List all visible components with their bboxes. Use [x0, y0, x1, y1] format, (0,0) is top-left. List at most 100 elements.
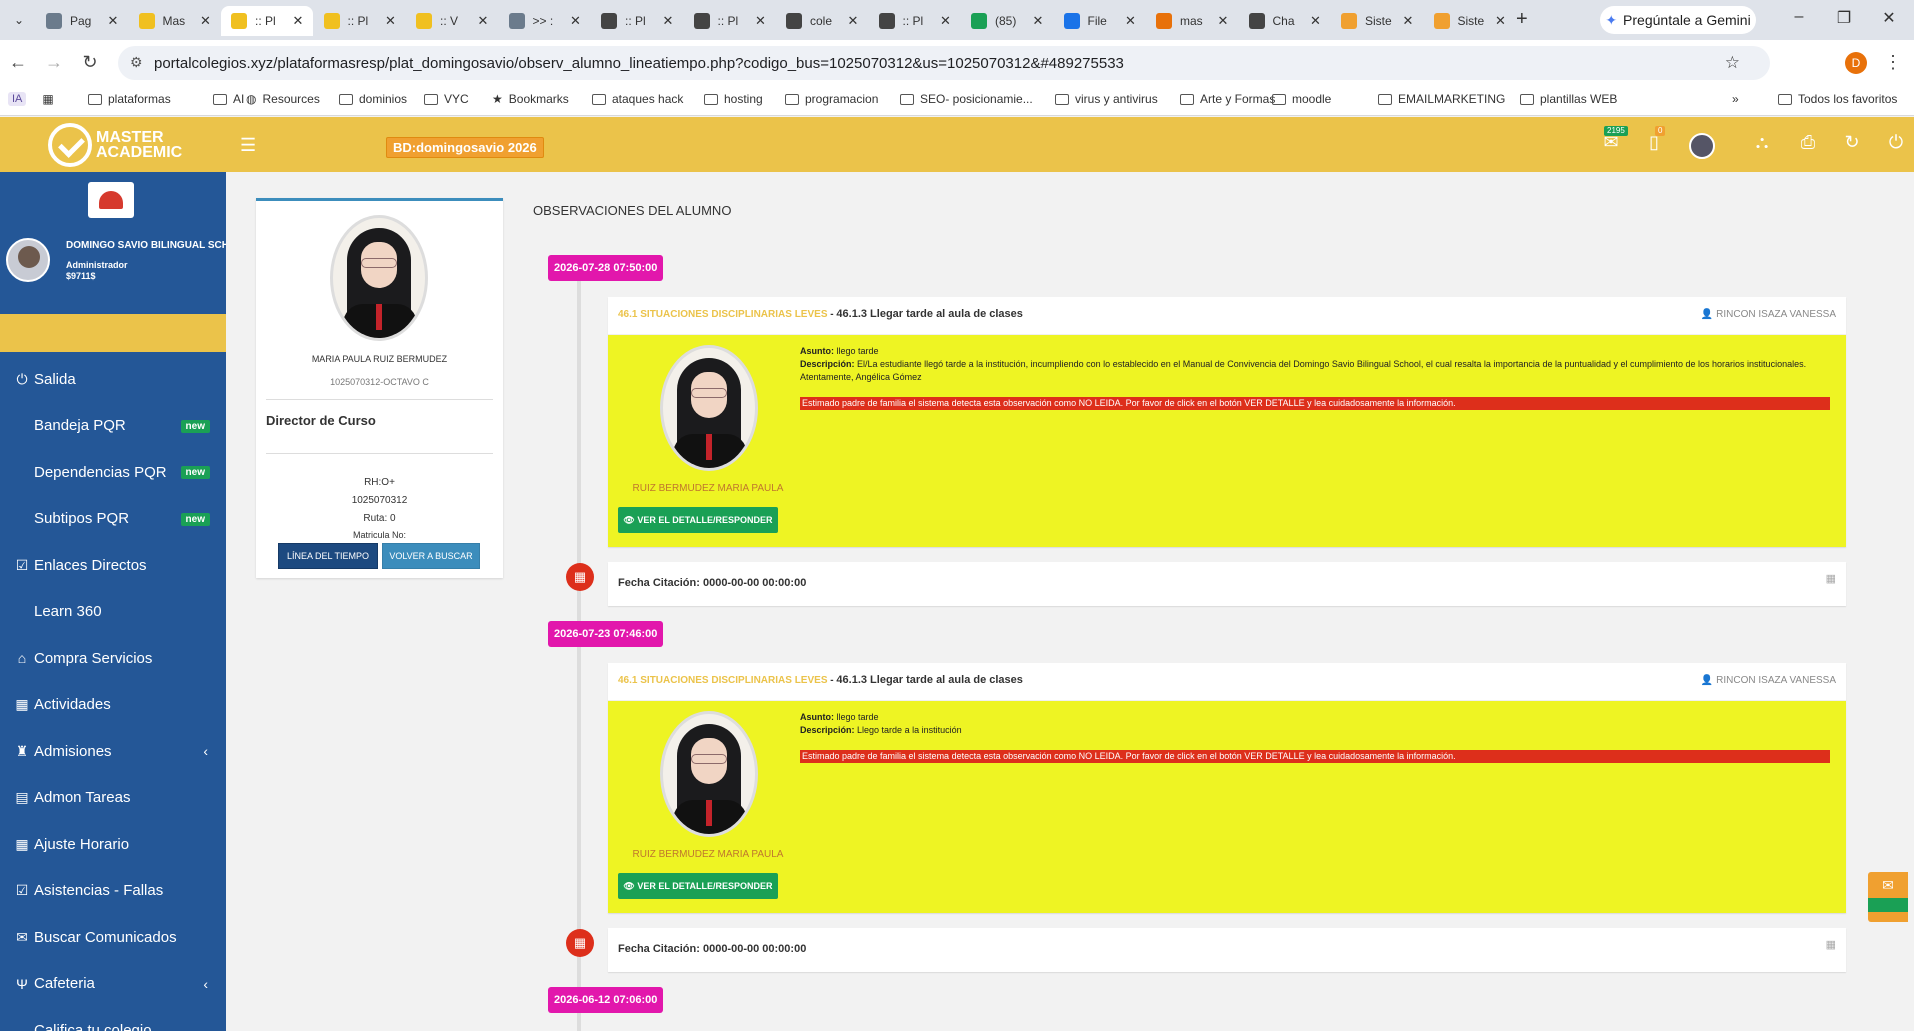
sidebar-item-compra-servicios[interactable]: ⌂ Compra Servicios	[0, 639, 226, 677]
close-tab-icon[interactable]: ✕	[289, 13, 307, 29]
close-tab-icon[interactable]: ✕	[382, 13, 400, 29]
sidebar-item-buscar-comunicados[interactable]: ✉ Buscar Comunicados	[0, 918, 226, 956]
sidebar-item-ajuste-horario[interactable]: ▦ Ajuste Horario	[0, 825, 226, 863]
bookmark-item[interactable]: SEO- posicionamie...	[900, 92, 1033, 106]
apps-grid-icon[interactable]: ▦	[42, 92, 53, 106]
close-tab-icon[interactable]: ✕	[937, 13, 955, 29]
close-tab-icon[interactable]: ✕	[659, 13, 677, 29]
bookmark-item[interactable]: moodle	[1272, 92, 1331, 106]
browser-tab[interactable]: Mas ✕	[129, 6, 221, 36]
close-tab-icon[interactable]: ✕	[1307, 13, 1325, 29]
close-tab-icon[interactable]: ✕	[1029, 13, 1047, 29]
bookmark-item[interactable]: AI	[213, 92, 244, 106]
print-icon[interactable]: ⎙	[1795, 132, 1821, 153]
sidebar-item-admon-tareas[interactable]: ▤ Admon Tareas	[0, 779, 226, 817]
bookmark-item[interactable]: ataques hack	[592, 92, 683, 106]
close-tab-icon[interactable]: ✕	[1122, 13, 1140, 29]
back-icon[interactable]: ←	[6, 52, 30, 73]
sidebar-item-asistencias-fallas[interactable]: ☑ Asistencias - Fallas	[0, 872, 226, 910]
browser-tab[interactable]: Cha ✕	[1239, 6, 1331, 36]
menu-toggle-icon[interactable]: ☰	[240, 135, 256, 156]
browser-tab[interactable]: Siste ✕	[1331, 6, 1423, 36]
app-logo[interactable]: MASTER ACADEMIC	[48, 123, 182, 167]
browser-tab[interactable]: :: V ✕	[406, 6, 498, 36]
gemini-button[interactable]: ✦ Pregúntale a Gemini	[1600, 6, 1756, 34]
bookmark-item[interactable]: ★ Bookmarks	[492, 92, 569, 106]
sidebar-item-bandeja-pqr[interactable]: Bandeja PQR new	[0, 407, 226, 445]
close-tab-icon[interactable]: ✕	[104, 13, 122, 29]
close-tab-icon[interactable]: ✕	[752, 13, 770, 29]
cutlery-icon: Ψ	[16, 975, 28, 992]
browser-tab[interactable]: :: Pl ✕	[684, 6, 776, 36]
browser-tab[interactable]: (85) ✕	[961, 6, 1053, 36]
page-title: OBSERVACIONES DEL ALUMNO	[533, 203, 732, 218]
share-icon[interactable]: ⛬	[1749, 132, 1775, 153]
bookmark-item[interactable]: Arte y Formas	[1180, 92, 1275, 106]
sidebar-item-salida[interactable]: ⏻ Salida	[0, 360, 226, 398]
bookmark-item[interactable]: programacion	[785, 92, 878, 106]
close-tab-icon[interactable]: ✕	[567, 13, 585, 29]
bookmarks-more-button[interactable]: »	[1732, 92, 1739, 106]
bookmark-item[interactable]: virus y antivirus	[1055, 92, 1158, 106]
url-input[interactable]: ⚙ portalcolegios.xyz/plataformasresp/pla…	[118, 46, 1770, 80]
sidebar-item-dependencias-pqr[interactable]: Dependencias PQR new	[0, 453, 226, 491]
browser-tab[interactable]: :: Pl ✕	[221, 6, 313, 36]
document-icon[interactable]: ▯ 0	[1641, 126, 1667, 153]
all-bookmarks-folder[interactable]: Todos los favoritos	[1778, 92, 1897, 106]
back-to-search-button[interactable]: VOLVER A BUSCAR	[382, 543, 480, 569]
tab-favicon-icon	[1341, 13, 1357, 29]
browser-tab[interactable]: Siste ✕	[1424, 6, 1516, 36]
calendar-icon: ▦	[1825, 939, 1836, 951]
browser-tab[interactable]: :: Pl ✕	[869, 6, 961, 36]
bookmark-item[interactable]: plataformas	[88, 92, 171, 106]
sidebar-item-califica-tu-colegio[interactable]: Califica tu colegio	[0, 1011, 226, 1031]
bookmark-item[interactable]: plantillas WEB	[1520, 92, 1617, 106]
close-tab-icon[interactable]: ✕	[844, 13, 862, 29]
browser-tab[interactable]: Pag ✕	[36, 6, 128, 36]
tab-favicon-icon	[971, 13, 987, 29]
refresh-icon[interactable]: ↻	[1839, 132, 1865, 153]
close-tab-icon[interactable]: ✕	[1492, 13, 1510, 29]
sidebar-item-cafeteria[interactable]: Ψ Cafeteria ‹	[0, 965, 226, 1003]
site-info-icon[interactable]: ⚙	[130, 54, 143, 71]
minimize-button[interactable]: –	[1784, 8, 1814, 26]
floating-mail-button[interactable]: ✉	[1868, 872, 1908, 922]
browser-tab[interactable]: mas ✕	[1146, 6, 1238, 36]
bookmark-item[interactable]: dominios	[339, 92, 407, 106]
sidebar-item-learn-360[interactable]: Learn 360	[0, 593, 226, 631]
profile-avatar[interactable]: D	[1845, 52, 1867, 74]
timeline-button[interactable]: LÍNEA DEL TIEMPO	[278, 543, 378, 569]
sidebar-item-subtipos-pqr[interactable]: Subtipos PQR new	[0, 500, 226, 538]
browser-tab[interactable]: >> : ✕	[499, 6, 591, 36]
view-detail-button[interactable]: 👁 VER EL DETALLE/RESPONDER	[618, 507, 778, 533]
browser-menu-icon[interactable]: ⋮	[1884, 52, 1902, 73]
bookmark-item[interactable]: ◍ Resources	[246, 92, 320, 106]
reload-icon[interactable]: ↻	[78, 52, 102, 73]
forward-icon[interactable]: →	[42, 52, 66, 73]
restore-button[interactable]: ❐	[1829, 8, 1859, 28]
close-tab-icon[interactable]: ✕	[474, 13, 492, 29]
browser-tab[interactable]: cole ✕	[776, 6, 868, 36]
new-tab-button[interactable]: +	[1516, 8, 1528, 31]
close-window-button[interactable]: ✕	[1874, 8, 1904, 28]
sidebar-item-actividades[interactable]: ▦ Actividades	[0, 686, 226, 724]
bookmark-item[interactable]: hosting	[704, 92, 763, 106]
mail-icon[interactable]: ✉ 2195	[1598, 126, 1628, 153]
student-photo	[330, 215, 428, 341]
tab-search-icon[interactable]: ⌄	[8, 10, 30, 30]
user-avatar-header[interactable]	[1689, 133, 1715, 159]
close-tab-icon[interactable]: ✕	[1214, 13, 1232, 29]
sidebar-item-admisiones[interactable]: ♜ Admisiones ‹	[0, 732, 226, 770]
power-icon[interactable]: ⏻	[1883, 132, 1909, 153]
close-tab-icon[interactable]: ✕	[1399, 13, 1417, 29]
view-detail-button[interactable]: 👁 VER EL DETALLE/RESPONDER	[618, 873, 778, 899]
bookmark-ia[interactable]: IA ▦	[8, 92, 54, 106]
close-tab-icon[interactable]: ✕	[197, 13, 215, 29]
bookmark-star-icon[interactable]: ☆	[1725, 53, 1740, 73]
bookmark-item[interactable]: VYC	[424, 92, 469, 106]
sidebar-item-enlaces-directos[interactable]: ☑ Enlaces Directos	[0, 546, 226, 584]
browser-tab[interactable]: :: Pl ✕	[591, 6, 683, 36]
bookmark-item[interactable]: EMAILMARKETING	[1378, 92, 1505, 106]
browser-tab[interactable]: File ✕	[1054, 6, 1146, 36]
browser-tab[interactable]: :: Pl ✕	[314, 6, 406, 36]
